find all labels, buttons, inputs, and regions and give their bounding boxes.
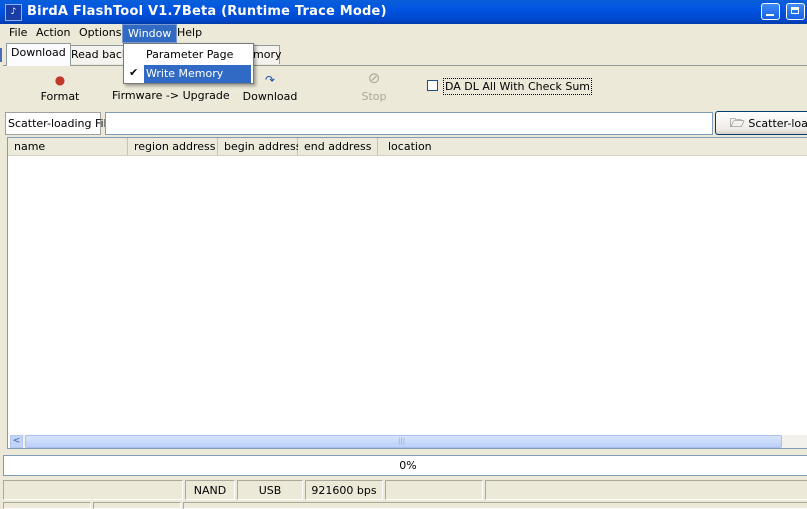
firmware-upgrade-label: Firmware -> Upgrade bbox=[112, 89, 230, 102]
menu-help[interactable]: Help bbox=[172, 24, 207, 43]
menu-file[interactable]: File bbox=[4, 24, 32, 43]
column-header-region-address[interactable]: region address bbox=[128, 138, 218, 156]
firmware-upgrade-button[interactable]: Firmware -> Upgrade bbox=[112, 89, 230, 102]
stop-icon: ⊘ bbox=[367, 69, 381, 87]
status-cell-5 bbox=[385, 480, 483, 500]
column-header-location[interactable]: location bbox=[378, 138, 807, 156]
window-menu-dropdown: Parameter Page Write Memory ✔ bbox=[123, 43, 254, 84]
format-icon: ● bbox=[54, 73, 66, 87]
scatter-load-button[interactable]: 🗁 Scatter-load bbox=[715, 111, 807, 135]
menu-options[interactable]: Options bbox=[74, 24, 126, 43]
region-list[interactable]: name region address begin address end ad… bbox=[7, 137, 807, 449]
status-cell-6 bbox=[485, 480, 807, 500]
status-cell-baudrate: 921600 bps bbox=[305, 480, 383, 500]
stop-label: Stop bbox=[361, 90, 387, 103]
status-cell-storage: NAND bbox=[185, 480, 235, 500]
scatter-file-input[interactable] bbox=[105, 112, 713, 135]
status2-cell-1 bbox=[3, 502, 91, 509]
checksum-label[interactable]: DA DL All With Check Sum bbox=[443, 78, 593, 95]
column-header-name[interactable]: name bbox=[8, 138, 128, 156]
grip-icon: ||| bbox=[398, 437, 406, 445]
status2-cell-2 bbox=[93, 502, 181, 509]
scatter-file-label: Scatter-loading File bbox=[5, 112, 113, 135]
menu-item-label: Write Memory bbox=[146, 67, 224, 80]
checksum-checkbox[interactable] bbox=[427, 80, 438, 91]
download-label: Download bbox=[242, 90, 298, 103]
column-header-end-address[interactable]: end address bbox=[298, 138, 378, 156]
maximize-button[interactable] bbox=[786, 3, 805, 20]
tab-edge-marker bbox=[0, 48, 2, 62]
tab-download[interactable]: Download bbox=[6, 43, 71, 66]
folder-open-icon: 🗁 bbox=[730, 116, 745, 130]
stop-button[interactable]: ⊘ Stop bbox=[356, 69, 392, 104]
format-button[interactable]: ● Format bbox=[38, 73, 82, 103]
horizontal-scrollbar[interactable]: < ||| bbox=[10, 435, 807, 448]
format-label: Format bbox=[40, 90, 80, 103]
menu-item-write-memory[interactable]: Write Memory bbox=[144, 65, 251, 83]
menu-action[interactable]: Action bbox=[31, 24, 75, 43]
status-bar: NAND USB 921600 bps bbox=[3, 480, 807, 500]
scroll-left-icon[interactable]: < bbox=[10, 435, 23, 448]
tab-memory[interactable]: mory bbox=[252, 45, 281, 64]
menu-window[interactable]: Window bbox=[122, 24, 178, 43]
menu-item-label: Parameter Page bbox=[146, 48, 234, 61]
progress-text: 0% bbox=[399, 459, 417, 472]
menu-item-parameter-page[interactable]: Parameter Page bbox=[126, 46, 251, 64]
title-bar: ♪ BirdA FlashTool V1.7Beta (Runtime Trac… bbox=[0, 0, 807, 24]
window-title: BirdA FlashTool V1.7Beta (Runtime Trace … bbox=[27, 4, 387, 19]
tab-read-back[interactable]: Read back bbox=[66, 45, 128, 64]
minimize-button[interactable] bbox=[761, 3, 780, 20]
status2-cell-3 bbox=[183, 502, 807, 509]
progress-bar: 0% bbox=[3, 455, 807, 476]
app-icon: ♪ bbox=[5, 4, 22, 21]
tab-strip: Download Read back mory bbox=[0, 43, 807, 66]
status-bar-secondary bbox=[3, 502, 807, 509]
status-cell-connection: USB bbox=[237, 480, 303, 500]
status-cell-1 bbox=[3, 480, 183, 500]
column-header-begin-address[interactable]: begin address bbox=[218, 138, 301, 156]
scrollbar-thumb[interactable]: ||| bbox=[25, 435, 782, 448]
menu-bar: File Action Options Window Help bbox=[0, 24, 807, 43]
scatter-load-label: Scatter-load bbox=[748, 117, 807, 130]
checkmark-icon: ✔ bbox=[129, 66, 139, 79]
